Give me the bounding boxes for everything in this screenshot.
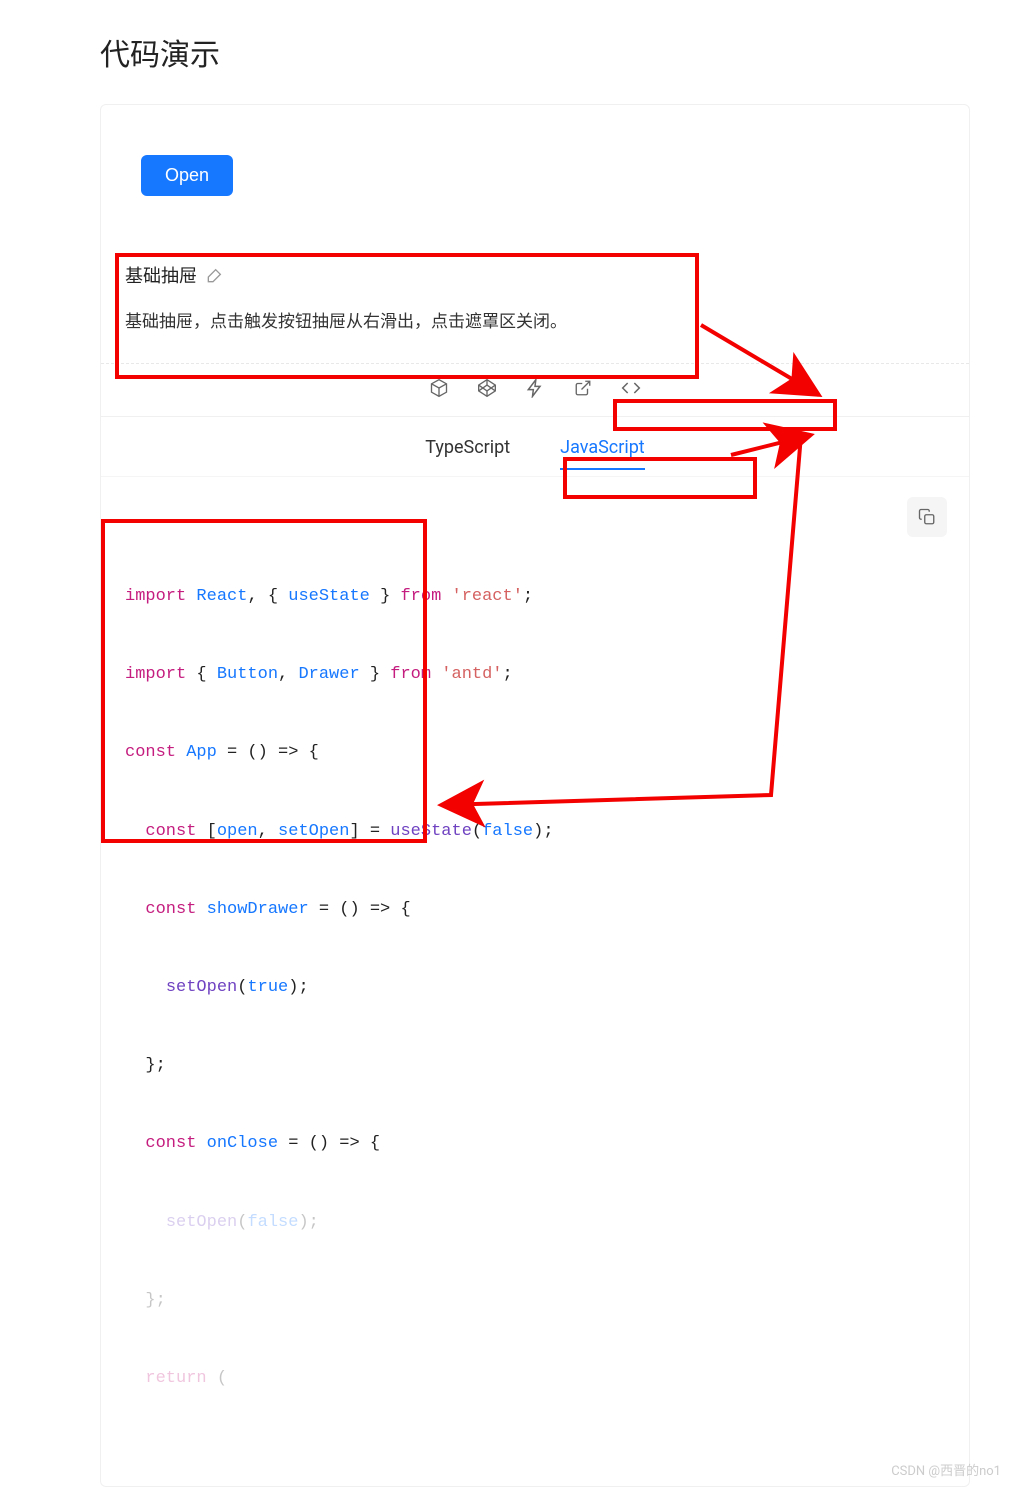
description-block: 基础抽屉 基础抽屉，点击触发按钮抽屉从右滑出，点击遮罩区关闭。 [101, 236, 969, 363]
description-title: 基础抽屉 [125, 262, 197, 288]
code-line: setOpen(false); [125, 1203, 945, 1242]
watermark: CSDN @西晋的no1 [891, 1460, 1001, 1479]
description-title-row: 基础抽屉 [125, 262, 945, 288]
thunder-icon[interactable] [525, 378, 545, 398]
code-icon[interactable] [621, 378, 641, 398]
open-button[interactable]: Open [141, 155, 233, 196]
tab-javascript[interactable]: JavaScript [560, 437, 645, 470]
description-text: 基础抽屉，点击触发按钮抽屉从右滑出，点击遮罩区关闭。 [125, 308, 945, 337]
code-line: const showDrawer = () => { [125, 890, 945, 929]
demo-preview: Open [101, 105, 969, 236]
codepen-icon[interactable] [477, 378, 497, 398]
page-title: 代码演示 [100, 30, 1011, 74]
action-toolbar [101, 363, 969, 416]
copy-button[interactable] [907, 497, 947, 537]
code-line: }; [125, 1281, 945, 1320]
edit-icon[interactable] [207, 267, 223, 283]
code-line: const App = () => { [125, 733, 945, 772]
code-line: import { Button, Drawer } from 'antd'; [125, 655, 945, 694]
code-line: const [open, setOpen] = useState(false); [125, 812, 945, 851]
code-line: const onClose = () => { [125, 1124, 945, 1163]
code-line: }; [125, 1046, 945, 1085]
tab-typescript[interactable]: TypeScript [425, 437, 510, 470]
code-line: setOpen(true); [125, 968, 945, 1007]
code-line: import React, { useState } from 'react'; [125, 577, 945, 616]
code-block: import React, { useState } from 'react';… [101, 476, 969, 1486]
external-icon[interactable] [573, 378, 593, 398]
demo-card: Open 基础抽屉 基础抽屉，点击触发按钮抽屉从右滑出，点击遮罩区关闭。 [100, 104, 970, 1487]
code-tabs: TypeScript JavaScript [101, 416, 969, 476]
codesandbox-icon[interactable] [429, 378, 449, 398]
code-line: return ( [125, 1359, 945, 1398]
